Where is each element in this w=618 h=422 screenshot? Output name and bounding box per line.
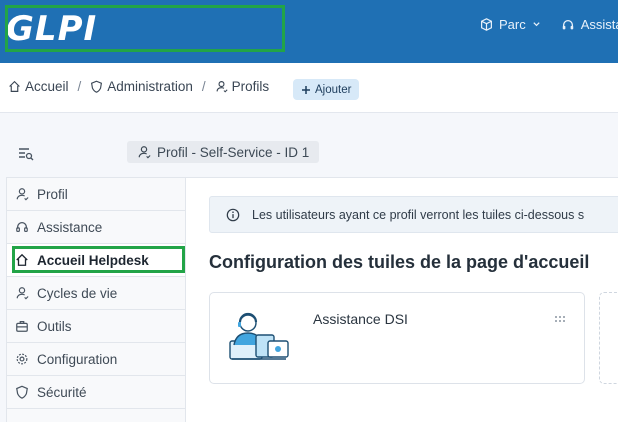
gear-icon: [16, 353, 28, 365]
support-agent-illustration: [226, 311, 294, 366]
tabs-toggle-icon[interactable]: [18, 147, 34, 166]
breadcrumb-separator: /: [201, 79, 206, 94]
top-nav-parc[interactable]: Parc: [480, 17, 541, 32]
tab-label: Outils: [37, 318, 72, 334]
briefcase-icon: [16, 321, 28, 332]
breadcrumb-bar: Accueil / Administration / Profils Ajout…: [0, 63, 618, 113]
plus-icon: [302, 85, 310, 94]
shield-icon: [16, 385, 28, 399]
breadcrumb-label: Administration: [107, 79, 193, 94]
tab-cycles-de-vie[interactable]: Cycles de vie: [7, 277, 185, 310]
user-icon: [216, 81, 228, 93]
breadcrumb-administration[interactable]: Administration: [90, 79, 193, 94]
tab-outils[interactable]: Outils: [7, 310, 185, 343]
headset-icon: [562, 19, 573, 29]
home-icon: [9, 80, 20, 92]
section-title: Configuration des tuiles de la page d'ac…: [209, 252, 590, 272]
tile-card[interactable]: Assistance DSI: [209, 292, 585, 384]
profile-title: Profil - Self-Service - ID 1: [127, 141, 320, 163]
user-icon: [138, 146, 151, 159]
breadcrumb-label: Profils: [231, 79, 270, 94]
info-alert-text: Les utilisateurs ayant ce profil verront…: [252, 207, 585, 222]
box-icon: [481, 18, 492, 31]
add-tile-placeholder[interactable]: [599, 292, 618, 384]
info-icon: [226, 208, 240, 221]
breadcrumb-label: Accueil: [25, 79, 69, 94]
breadcrumb-profils[interactable]: Profils: [215, 79, 270, 94]
add-button[interactable]: Ajouter: [293, 79, 360, 100]
tab-assistance[interactable]: Assistance: [7, 211, 185, 244]
tabs-panel: Profil Assistance Accueil Helpdesk Cycle…: [6, 177, 186, 422]
info-alert: Les utilisateurs ayant ce profil verront…: [209, 196, 618, 233]
tab-securite[interactable]: Sécurité: [7, 376, 185, 409]
tile-title: Assistance DSI: [313, 311, 408, 327]
breadcrumb-home[interactable]: Accueil: [8, 79, 69, 94]
top-nav-assistance[interactable]: Assistance: [561, 17, 618, 32]
tab-label: Cycles de vie: [37, 285, 118, 301]
profile-title-text: Profil - Self-Service - ID 1: [157, 144, 310, 160]
tab-label: Configuration: [37, 351, 118, 367]
top-nav-label: Assistance: [580, 17, 618, 32]
top-nav: Parc Assistance: [480, 17, 618, 32]
tab-label: Profil: [37, 186, 68, 202]
breadcrumb: Accueil / Administration / Profils: [8, 79, 269, 94]
user-icon: [16, 287, 29, 300]
shield-icon: [91, 80, 103, 93]
add-button-label: Ajouter: [315, 83, 352, 96]
tab-label: Assistance: [37, 219, 103, 235]
user-icon: [16, 188, 29, 201]
tab-label: Sécurité: [37, 384, 87, 400]
tab-profil[interactable]: Profil: [7, 178, 185, 211]
top-nav-label: Parc: [499, 17, 526, 32]
breadcrumb-highlight-box: [5, 5, 285, 52]
breadcrumb-separator: /: [77, 79, 82, 94]
drag-handle-icon[interactable]: [554, 310, 566, 328]
tab-configuration[interactable]: Configuration: [7, 343, 185, 376]
active-tab-highlight-box: [12, 246, 185, 273]
headset-icon: [16, 221, 28, 232]
chevron-down-icon: [533, 22, 540, 27]
